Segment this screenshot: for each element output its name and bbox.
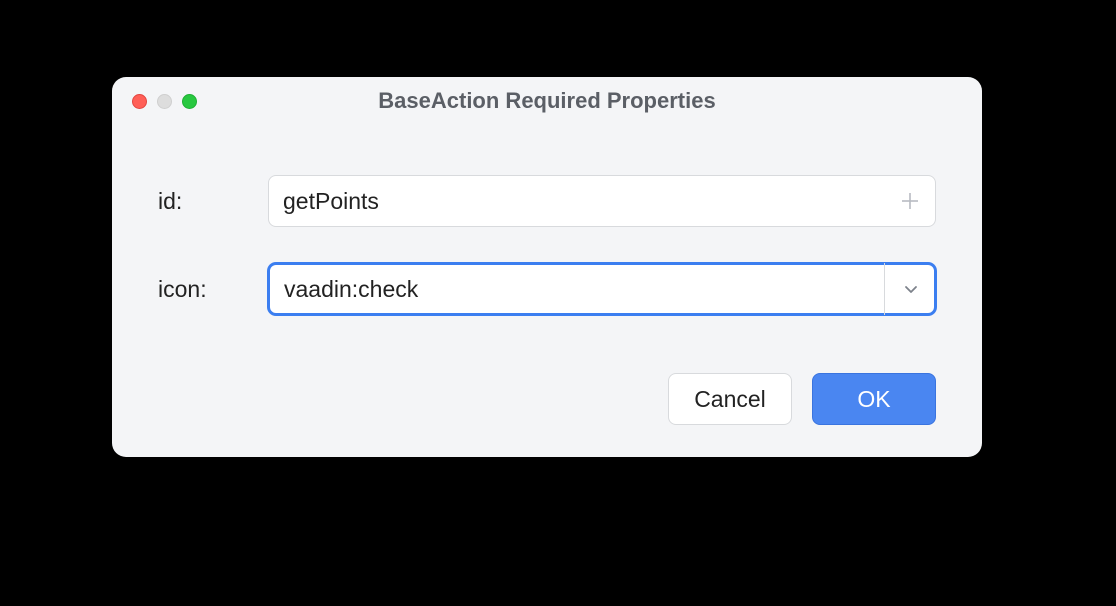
icon-dropdown-button[interactable] xyxy=(884,263,936,315)
id-add-button[interactable] xyxy=(884,175,936,227)
ok-button[interactable]: OK xyxy=(812,373,936,425)
window-controls xyxy=(132,94,197,109)
minimize-icon xyxy=(157,94,172,109)
dialog-title: BaseAction Required Properties xyxy=(112,88,982,114)
id-label: id: xyxy=(158,188,268,215)
icon-row: icon: xyxy=(158,263,936,315)
cancel-button[interactable]: Cancel xyxy=(668,373,792,425)
icon-label: icon: xyxy=(158,276,268,303)
close-icon[interactable] xyxy=(132,94,147,109)
chevron-down-icon xyxy=(903,281,919,297)
id-row: id: xyxy=(158,175,936,227)
plus-icon xyxy=(900,191,920,211)
id-input-wrap xyxy=(268,175,936,227)
icon-input[interactable] xyxy=(268,263,936,315)
id-input[interactable] xyxy=(268,175,936,227)
titlebar: BaseAction Required Properties xyxy=(112,77,982,125)
dialog-window: BaseAction Required Properties id: icon: xyxy=(112,77,982,457)
zoom-icon[interactable] xyxy=(182,94,197,109)
form-area: id: icon: xyxy=(112,125,982,315)
dialog-buttons: Cancel OK xyxy=(668,373,936,425)
icon-input-wrap xyxy=(268,263,936,315)
